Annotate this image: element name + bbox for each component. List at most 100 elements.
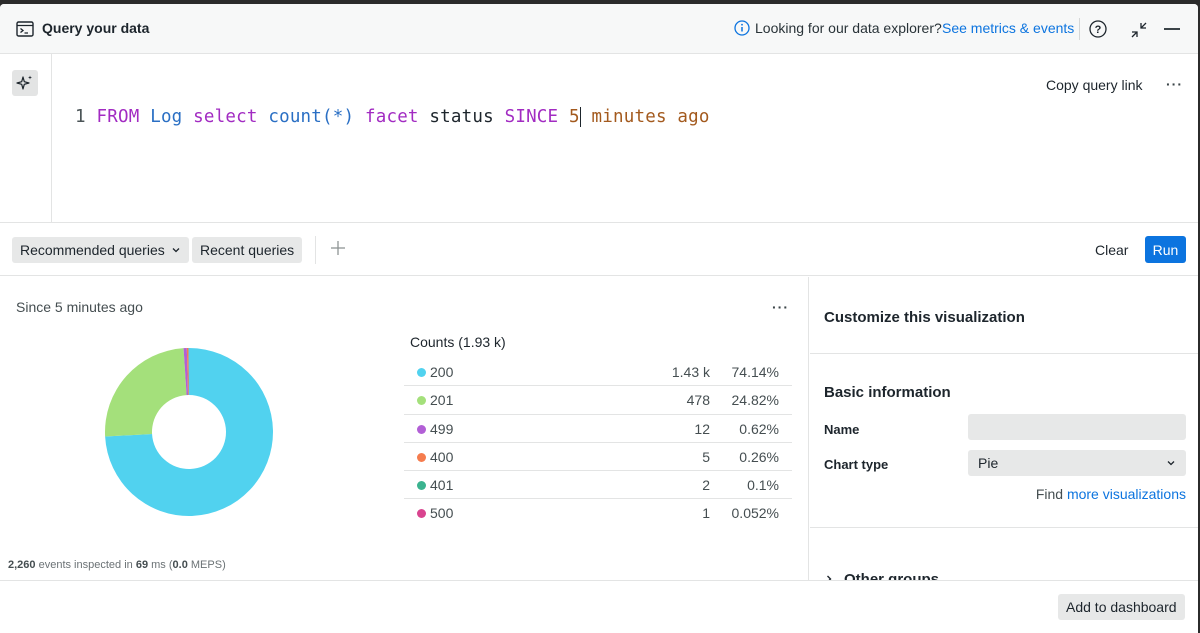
recommended-queries-button[interactable]: Recommended queries <box>12 237 189 263</box>
query-window: Query your data Looking for our data exp… <box>0 4 1198 633</box>
other-groups-toggle[interactable]: Other groups <box>824 571 939 580</box>
chevron-down-icon <box>1167 461 1175 466</box>
name-field[interactable] <box>968 414 1186 440</box>
editor-gutter <box>0 54 52 223</box>
since-number: 5 <box>569 107 581 127</box>
chart-more-icon[interactable]: ··· <box>772 299 789 315</box>
row-percent: 24.82% <box>731 392 779 409</box>
since-unit: minutes ago <box>591 107 710 127</box>
ms-text: ms ( <box>151 559 173 571</box>
chart-type-select[interactable]: Pie <box>968 450 1186 476</box>
row-label: 201 <box>430 392 454 409</box>
counts-table: 200 1.43 k 74.14% 201 478 24.82% 499 12 0.62% 400… <box>404 358 792 528</box>
events-text: events inspected in <box>38 559 133 571</box>
row-count: 478 <box>686 392 710 409</box>
run-button[interactable]: Run <box>1145 236 1186 263</box>
bottom-bar: Add to dashboard <box>0 580 1198 633</box>
more-visualizations-link[interactable]: more visualizations <box>1067 486 1186 502</box>
legend-swatch <box>417 424 426 434</box>
kw-facet: facet <box>364 107 419 127</box>
add-to-dashboard-button[interactable]: Add to dashboard <box>1058 594 1185 620</box>
header-divider <box>1079 18 1080 40</box>
fn-count: count(*) <box>268 107 355 127</box>
name-label: Name <box>824 422 860 437</box>
row-percent: 0.62% <box>739 420 779 437</box>
legend-swatch <box>417 368 426 377</box>
row-count: 12 <box>694 420 710 437</box>
collapse-icon[interactable] <box>1130 21 1148 39</box>
copy-query-link-button[interactable]: Copy query link <box>1046 77 1143 93</box>
legend-swatch <box>417 481 426 491</box>
line-number: 1 <box>75 107 86 127</box>
row-count: 2 <box>702 477 710 494</box>
row-label: 499 <box>430 420 454 437</box>
event-type: Log <box>150 107 183 127</box>
minimize-icon[interactable] <box>1164 28 1180 30</box>
row-percent: 0.26% <box>739 448 779 465</box>
help-icon[interactable]: ? <box>1089 20 1107 38</box>
chevron-down-icon <box>172 248 180 253</box>
toolbar-divider <box>315 236 316 264</box>
legend-swatch <box>417 509 426 519</box>
query-toolbar: Recommended queries Recent queries Clear… <box>0 224 1198 276</box>
counts-row[interactable]: 201 478 24.82% <box>404 386 792 415</box>
svg-text:?: ? <box>1095 24 1102 36</box>
side-divider <box>810 353 1198 354</box>
counts-title: Counts (1.93 k) <box>410 334 506 350</box>
query-editor[interactable]: 1 FROM Log select count(*) facet status … <box>0 54 1198 223</box>
info-icon <box>734 20 750 36</box>
editor-more-icon[interactable]: ··· <box>1166 76 1183 92</box>
recent-queries-label: Recent queries <box>200 242 295 258</box>
see-metrics-events-link[interactable]: See metrics & events <box>942 20 1074 36</box>
duration-ms: 69 <box>135 559 149 571</box>
data-explorer-hint: Looking for our data explorer? <box>755 20 942 36</box>
ai-assistant-button[interactable] <box>12 70 38 96</box>
meps-value: 0.0 <box>172 559 188 571</box>
counts-row[interactable]: 200 1.43 k 74.14% <box>404 358 792 387</box>
kw-from: FROM <box>96 107 140 127</box>
row-percent: 0.052% <box>731 505 779 522</box>
side-divider-2 <box>810 527 1198 528</box>
meps-text: MEPS) <box>190 559 226 571</box>
basic-info-heading: Basic information <box>824 384 951 401</box>
pie-slice-201[interactable] <box>105 348 187 437</box>
row-label: 401 <box>430 477 454 494</box>
time-range-label: Since 5 minutes ago <box>16 299 143 315</box>
row-label: 400 <box>430 448 454 465</box>
recommended-queries-label: Recommended queries <box>20 242 165 258</box>
kw-select: select <box>193 107 258 127</box>
nrql-query-line[interactable]: 1 FROM Log select count(*) facet status … <box>75 107 710 127</box>
counts-row[interactable]: 500 1 0.052% <box>404 499 792 527</box>
row-percent: 74.14% <box>731 364 779 380</box>
pie-chart[interactable] <box>104 347 274 517</box>
results-panel: Since 5 minutes ago ··· Counts (1.93 k) … <box>0 277 809 580</box>
customize-panel: Customize this visualization Basic infor… <box>810 277 1198 580</box>
row-label: 500 <box>430 505 454 522</box>
terminal-icon <box>16 21 34 37</box>
window-title: Query your data <box>42 20 150 36</box>
facet-attribute: status <box>429 107 494 127</box>
customize-title: Customize this visualization <box>824 309 1025 326</box>
row-label: 200 <box>430 364 454 380</box>
chart-type-value: Pie <box>978 455 999 471</box>
counts-row[interactable]: 400 5 0.26% <box>404 443 792 472</box>
events-count: 2,260 <box>8 559 36 571</box>
row-count: 1.43 k <box>671 364 710 380</box>
legend-swatch <box>417 452 426 462</box>
other-groups-label: Other groups <box>844 571 940 580</box>
chart-type-label: Chart type <box>824 457 889 472</box>
row-count: 5 <box>702 448 710 465</box>
find-more-visualizations: Find more visualizations <box>1036 486 1186 502</box>
counts-row[interactable]: 499 12 0.62% <box>404 415 792 443</box>
row-count: 1 <box>702 505 710 522</box>
find-text: Find <box>1035 486 1064 502</box>
plus-icon[interactable] <box>330 240 346 256</box>
kw-since: SINCE <box>504 107 559 127</box>
query-stats: 2,260 events inspected in 69 ms (0.0 MEP… <box>8 559 226 571</box>
legend-swatch <box>417 396 426 406</box>
recent-queries-button[interactable]: Recent queries <box>192 237 303 263</box>
window-header: Query your data Looking for our data exp… <box>0 4 1198 54</box>
clear-button[interactable]: Clear <box>1095 242 1128 258</box>
row-percent: 0.1% <box>747 477 779 494</box>
counts-row[interactable]: 401 2 0.1% <box>404 471 792 500</box>
